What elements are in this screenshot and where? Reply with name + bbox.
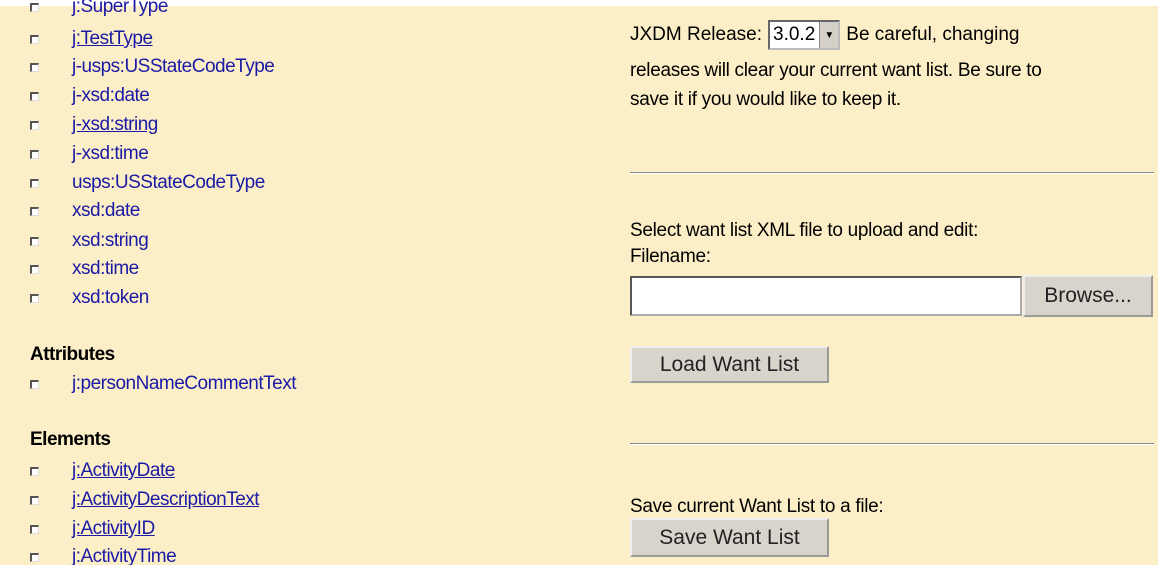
type-label: j-usps:USStateCodeType [72,56,275,77]
divider [630,172,1154,174]
list-item: j-xsd:string [30,113,158,137]
save-prompt: Save current Want List to a file: [630,496,884,517]
attribute-label: j:personNameCommentText [72,373,296,394]
filename-label: Filename: [630,246,711,267]
filename-input[interactable] [630,276,1022,316]
type-link[interactable]: j-xsd:string [72,114,158,136]
divider [630,443,1154,445]
list-item: j:ActivityDate [30,459,175,483]
list-item: j:TestType [30,27,153,51]
type-label: j-xsd:date [72,85,150,106]
checkbox[interactable] [30,120,39,130]
type-label: j:SuperType [72,0,168,17]
type-link[interactable]: j:TestType [72,28,153,50]
checkbox[interactable] [30,264,39,274]
list-item: j-xsd:date [30,84,150,108]
element-link[interactable]: j:ActivityDescriptionText [72,489,260,511]
checkbox[interactable] [30,495,39,505]
type-label: xsd:date [72,200,140,221]
release-select[interactable]: 3.0.2 ▼ [768,20,841,50]
release-warning-line2: releases will clear your current want li… [630,60,1042,81]
type-label: xsd:time [72,258,139,279]
release-row: JXDM Release: 3.0.2 ▼ Be careful, changi… [630,20,1020,50]
list-item: j:ActivityDescriptionText [30,488,260,512]
checkbox[interactable] [30,236,39,246]
save-want-list-button[interactable]: Save Want List [630,518,829,557]
upload-prompt: Select want list XML file to upload and … [630,220,979,241]
list-item: j:SuperType [30,0,168,19]
checkbox[interactable] [30,91,39,101]
list-item: xsd:time [30,257,139,281]
chevron-down-icon[interactable]: ▼ [819,22,839,48]
control-panel: JXDM Release: 3.0.2 ▼ Be careful, changi… [630,0,1158,573]
checkbox[interactable] [30,2,39,12]
type-label: xsd:token [72,287,149,308]
browse-button[interactable]: Browse... [1023,275,1153,317]
type-label: xsd:string [72,230,149,251]
want-list-tree: j:SuperType j:TestType j-usps:USStateCod… [0,0,600,573]
checkbox[interactable] [30,379,39,389]
list-item: usps:USStateCodeType [30,171,265,195]
checkbox[interactable] [30,178,39,188]
checkbox[interactable] [30,149,39,159]
list-item: xsd:string [30,229,149,253]
list-item: j-usps:USStateCodeType [30,55,275,79]
element-link[interactable]: j:ActivityDate [72,460,175,482]
release-warning-line3: save it if you would like to keep it. [630,89,901,110]
checkbox[interactable] [30,34,39,44]
list-item: xsd:token [30,286,149,310]
bottom-edge [0,565,1158,573]
list-item: xsd:date [30,199,140,223]
type-label: j-xsd:time [72,143,149,164]
release-value: 3.0.2 [773,24,816,45]
checkbox[interactable] [30,466,39,476]
list-item: j:ActivityID [30,517,155,541]
load-want-list-button[interactable]: Load Want List [630,346,829,383]
checkbox[interactable] [30,62,39,72]
list-item: j:personNameCommentText [30,372,296,396]
release-warning: Be careful, changing [846,24,1020,45]
list-item: j-xsd:time [30,142,149,166]
attributes-heading: Attributes [30,344,115,365]
elements-heading: Elements [30,429,111,450]
checkbox[interactable] [30,524,39,534]
type-label: usps:USStateCodeType [72,172,265,193]
element-link[interactable]: j:ActivityID [72,518,155,540]
checkbox[interactable] [30,206,39,216]
checkbox[interactable] [30,552,39,562]
checkbox[interactable] [30,293,39,303]
release-label: JXDM Release: [630,24,762,45]
